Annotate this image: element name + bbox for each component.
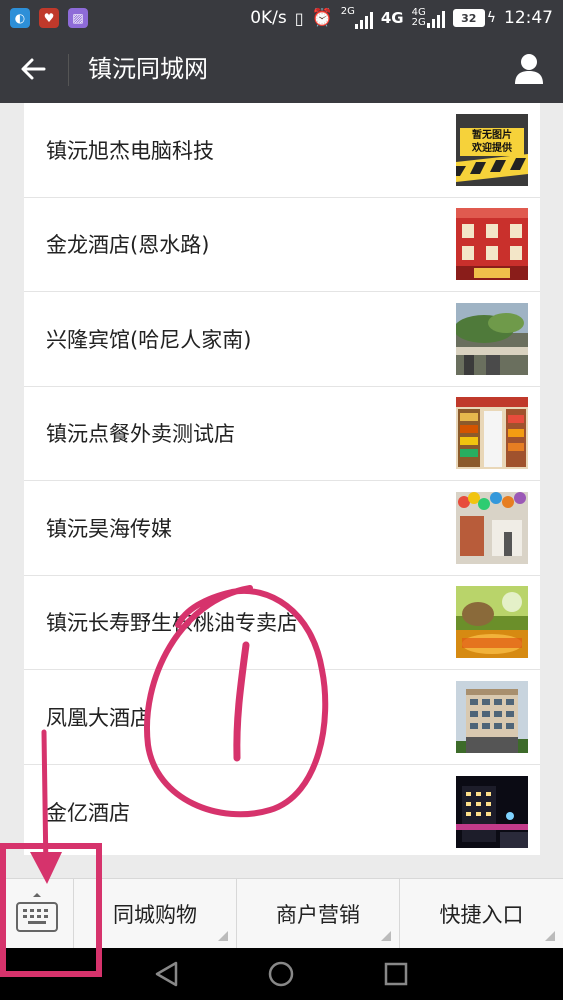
gallery-icon: ▨ [68,8,88,28]
no-image-placeholder-thumbnail: 暂无图片 欢迎提供 [456,113,528,186]
list-item-label: 镇沅昊海传媒 [46,516,172,541]
vibrate-icon: ▯ [294,8,304,28]
store-shelves-photo-icon [456,397,528,470]
hotel-thumbnail [456,208,528,281]
store-thumbnail [456,397,528,470]
status-right: 0K/s ▯ ⏰ 2G 4G 4G 2G 32 ϟ 12:47 [250,5,553,31]
signal-bars-icon-2 [426,11,445,28]
walnut-oil-thumbnail [456,586,528,659]
list-item-label: 金龙酒店(恩水路) [46,233,210,258]
menu-local-shopping[interactable]: 同城购物 [74,879,237,949]
notification-icons: ◐ ♥ ▨ [10,8,88,28]
list-item-label: 镇沅点餐外卖测试店 [46,422,235,447]
signal-bars-icon [354,12,373,29]
submenu-indicator-icon [381,931,391,941]
submenu-indicator-icon [545,931,555,941]
keyboard-icon [16,893,58,932]
hotel-building-thumbnail [456,680,528,753]
menu-quick-entry[interactable]: 快捷入口 [400,879,563,949]
network-4g: 4G [380,9,404,27]
menu-label: 同城购物 [113,903,197,927]
android-nav-bar [0,948,563,1000]
alarm-icon: ⏰ [311,8,333,28]
list-item-label: 镇沅旭杰电脑科技 [46,138,214,163]
building-photo-icon [456,208,528,281]
list-item[interactable]: 凤凰大酒店 [24,670,540,765]
list-item[interactable]: 金龙酒店(恩水路) [24,198,540,292]
home-circle-icon[interactable] [268,961,294,987]
list-item[interactable]: 镇沅点餐外卖测试店 [24,387,540,481]
network-speed: 0K/s [250,8,287,28]
shop-list: 镇沅旭杰电脑科技 暂无图片 欢迎提供 金龙酒店(恩水路) 兴隆宾馆(哈尼人家南)… [24,103,540,855]
night-building-photo-icon [456,775,528,848]
menu-merchant-marketing[interactable]: 商户营销 [237,879,400,949]
list-item[interactable]: 金亿酒店 [24,765,540,860]
media-company-thumbnail [456,491,528,564]
browser-icon: ◐ [10,8,30,28]
list-item[interactable]: 镇沅旭杰电脑科技 暂无图片 欢迎提供 [24,103,540,198]
placeholder-text-2: 欢迎提供 [472,142,512,154]
signal-2g: 2G [341,7,373,29]
tall-building-photo-icon [456,680,528,753]
back-triangle-icon[interactable] [155,961,178,987]
battery-icon: 32 ϟ [452,9,496,27]
menu-label: 快捷入口 [439,903,524,927]
list-item[interactable]: 兴隆宾馆(哈尼人家南) [24,292,540,387]
signal-4g2g: 4G 2G [412,8,445,28]
bottom-menu: 同城购物 商户营销 快捷入口 [0,878,563,949]
recents-square-icon[interactable] [384,962,408,986]
page-title: 镇沅同城网 [88,55,208,83]
guesthouse-photo-icon [456,302,528,375]
nav-divider [68,54,69,86]
list-item[interactable]: 镇沅长寿野生核桃油专卖店 [24,576,540,670]
list-item-label: 镇沅长寿野生核桃油专卖店 [46,611,298,636]
walnut-oil-photo-icon [456,586,528,659]
menu-label: 商户营销 [276,903,360,927]
back-arrow-icon[interactable] [18,54,48,84]
placeholder-text-1: 暂无图片 [472,129,512,141]
list-item[interactable]: 镇沅昊海传媒 [24,481,540,576]
user-profile-icon[interactable] [513,52,545,86]
list-item-label: 金亿酒店 [46,800,130,825]
clock: 12:47 [504,8,553,28]
submenu-indicator-icon [218,931,228,941]
balloons-photo-icon [456,491,528,564]
list-item-label: 凤凰大酒店 [46,705,151,730]
status-bar: ◐ ♥ ▨ 0K/s ▯ ⏰ 2G 4G 4G 2G 32 ϟ 12:47 [0,0,563,36]
list-item-label: 兴隆宾馆(哈尼人家南) [46,327,252,352]
guesthouse-thumbnail [456,302,528,375]
android-nav-icons [155,961,408,987]
keyboard-toggle-button[interactable] [0,879,74,949]
nav-bar: 镇沅同城网 [0,36,563,103]
night-hotel-thumbnail [456,775,528,848]
heart-app-icon: ♥ [39,8,59,28]
